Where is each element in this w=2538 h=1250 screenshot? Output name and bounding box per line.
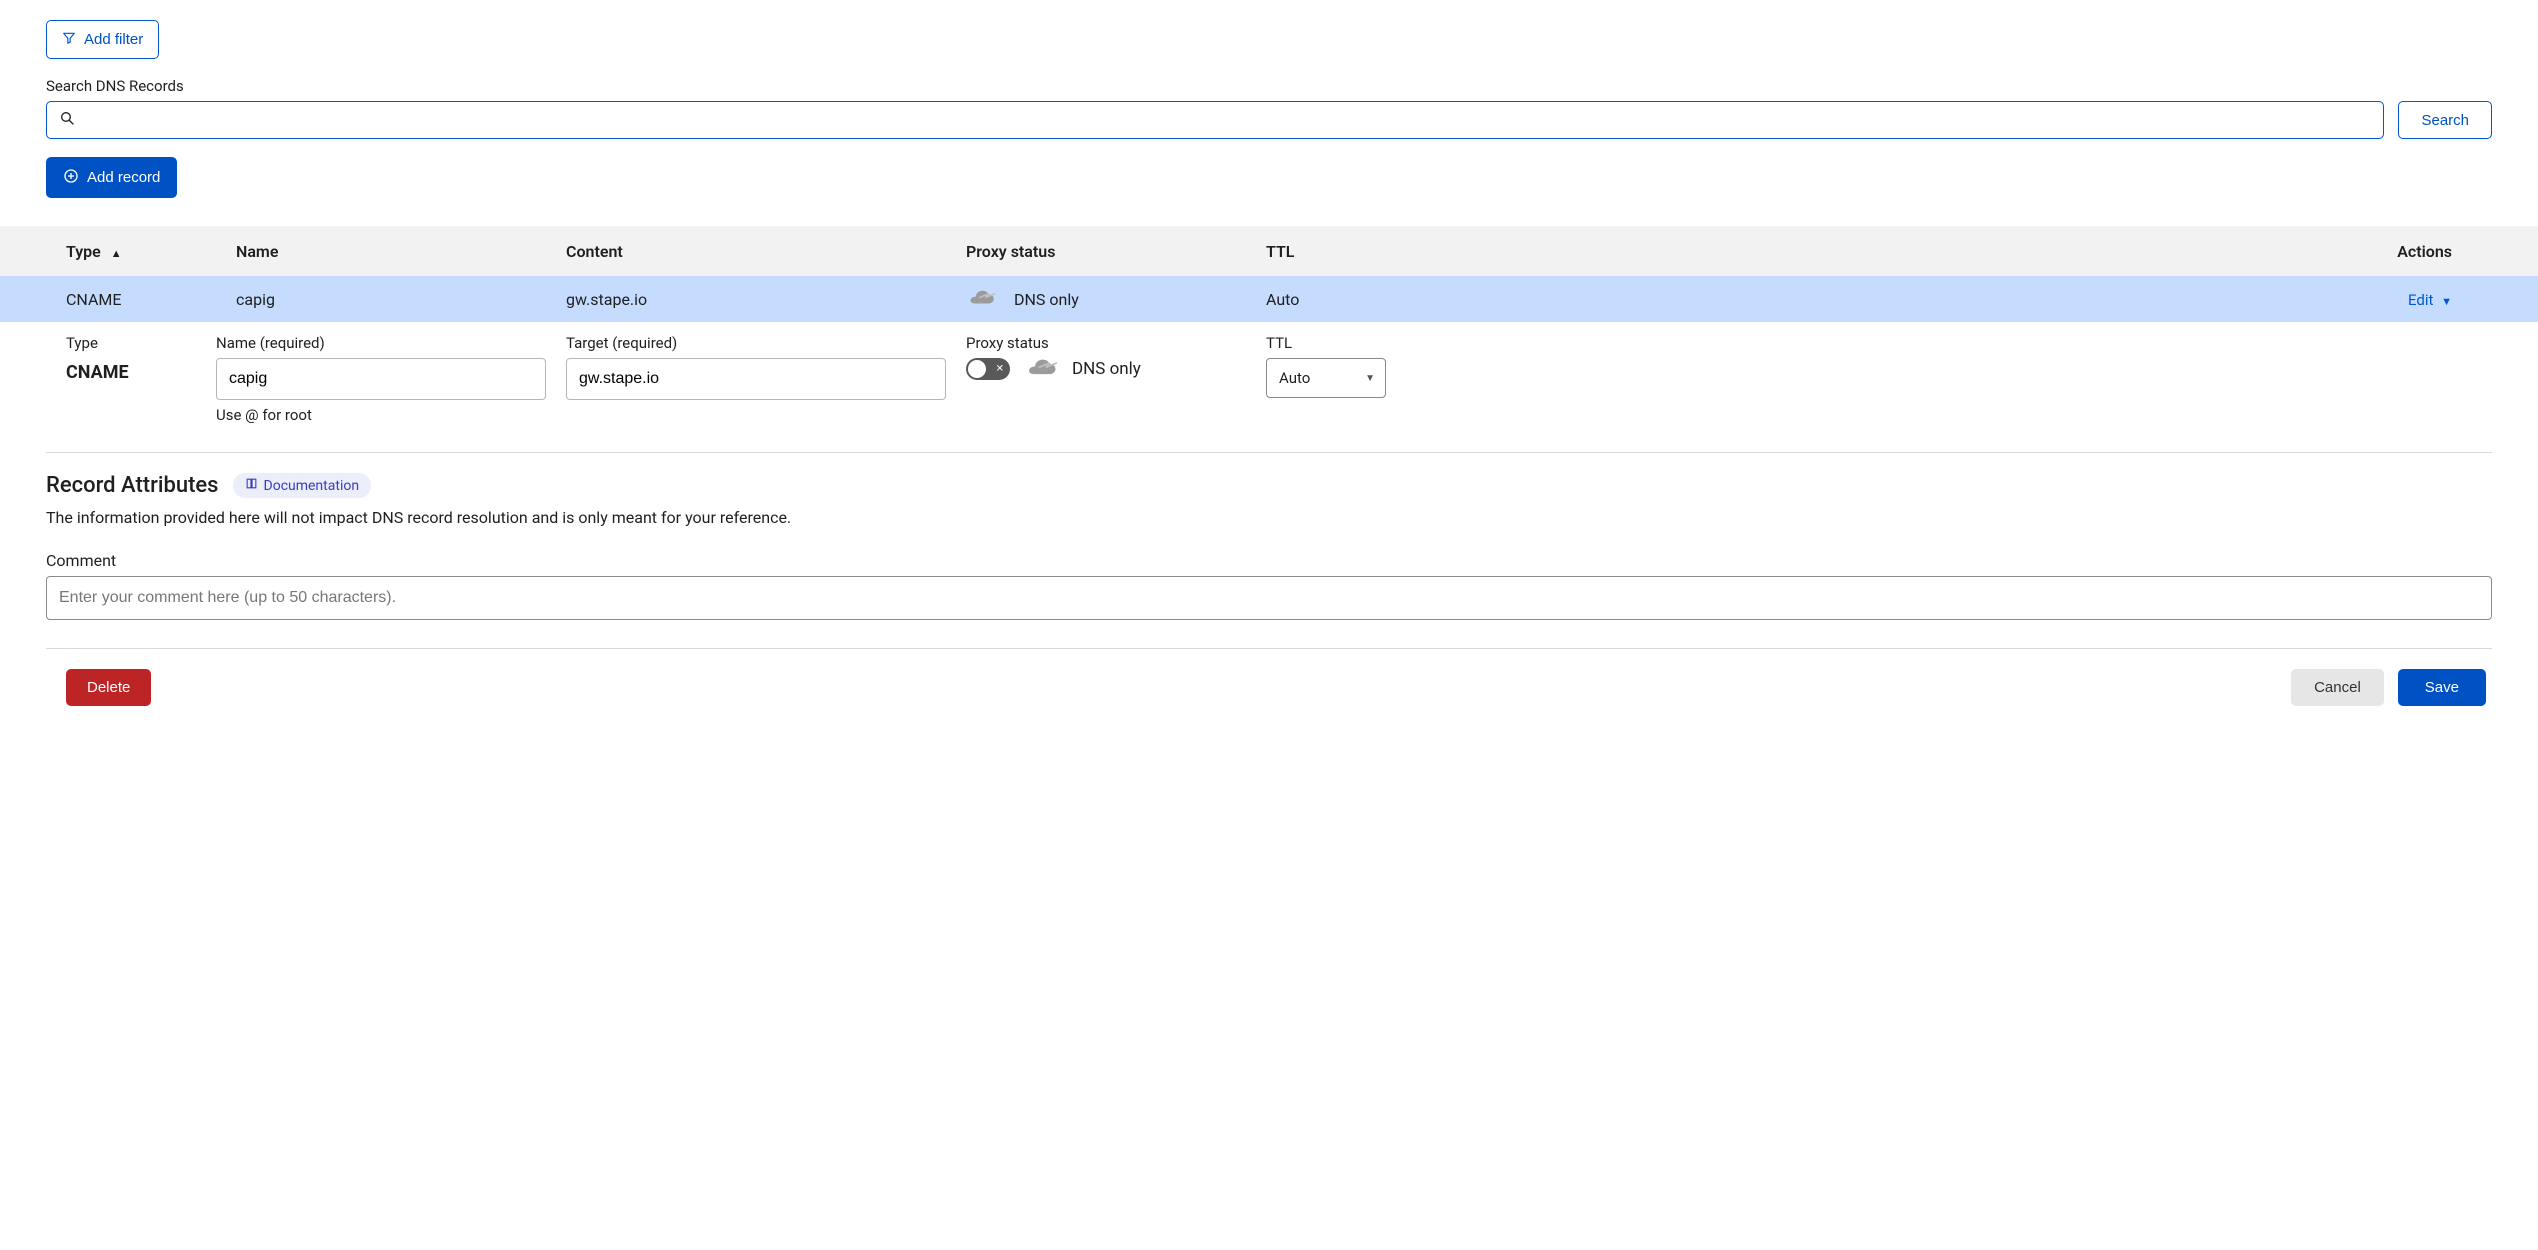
plus-circle-icon: [63, 168, 79, 187]
delete-label: Delete: [87, 680, 130, 695]
documentation-link[interactable]: Documentation: [233, 473, 372, 498]
search-box[interactable]: [46, 101, 2384, 139]
cancel-button[interactable]: Cancel: [2291, 669, 2384, 706]
edit-link[interactable]: Edit ▼: [2408, 291, 2452, 309]
target-label: Target (required): [566, 334, 966, 352]
col-ttl-header[interactable]: TTL: [1266, 242, 1401, 261]
search-button-label: Search: [2421, 113, 2469, 128]
toggle-off-icon: ✕: [996, 364, 1004, 375]
add-record-label: Add record: [87, 170, 160, 185]
col-proxy-header[interactable]: Proxy status: [966, 242, 1266, 261]
search-input[interactable]: [85, 110, 2371, 130]
table-row[interactable]: CNAME capig gw.stape.io DNS only Auto Ed…: [0, 276, 2538, 322]
ttl-label: TTL: [1266, 334, 1416, 352]
proxy-label: Proxy status: [966, 334, 1266, 352]
edit-link-label: Edit: [2408, 291, 2433, 309]
type-label: Type: [66, 334, 216, 352]
chevron-down-icon: ▼: [1365, 373, 1375, 384]
add-record-button[interactable]: Add record: [46, 157, 177, 198]
proxy-toggle[interactable]: ✕: [966, 358, 1010, 380]
cell-content: gw.stape.io: [566, 290, 966, 309]
search-label: Search DNS Records: [46, 77, 2492, 95]
cloud-icon: [1024, 358, 1058, 380]
caret-down-icon: ▼: [2441, 295, 2452, 308]
ttl-value: Auto: [1279, 369, 1310, 387]
cell-proxy: DNS only: [966, 289, 1266, 309]
col-content-header[interactable]: Content: [566, 242, 966, 261]
book-icon: [245, 477, 258, 494]
comment-label: Comment: [46, 551, 2492, 570]
divider: [46, 452, 2492, 453]
sort-asc-icon: ▲: [111, 247, 122, 260]
record-attributes-title: Record Attributes: [46, 473, 219, 498]
cell-ttl: Auto: [1266, 290, 1401, 309]
add-filter-label: Add filter: [84, 32, 143, 47]
type-value: CNAME: [66, 362, 216, 383]
cell-name: capig: [236, 290, 566, 309]
save-button[interactable]: Save: [2398, 669, 2486, 706]
comment-input[interactable]: [46, 576, 2492, 620]
documentation-label: Documentation: [264, 478, 360, 494]
divider: [46, 648, 2492, 649]
table-header-row: Type ▲ Name Content Proxy status TTL Act…: [0, 226, 2538, 276]
delete-button[interactable]: Delete: [66, 669, 151, 706]
name-label: Name (required): [216, 334, 566, 352]
cloud-icon: [966, 289, 996, 309]
name-help: Use @ for root: [216, 406, 566, 424]
toggle-knob: [968, 360, 986, 378]
col-name-header[interactable]: Name: [236, 242, 566, 261]
col-type-header[interactable]: Type ▲: [66, 242, 236, 261]
col-actions-header: Actions: [2397, 242, 2518, 261]
name-input[interactable]: [216, 358, 546, 400]
ttl-select[interactable]: Auto ▼: [1266, 358, 1386, 398]
add-filter-button[interactable]: Add filter: [46, 20, 159, 59]
save-label: Save: [2425, 680, 2459, 695]
cell-proxy-text: DNS only: [1014, 290, 1079, 309]
target-input[interactable]: [566, 358, 946, 400]
search-button[interactable]: Search: [2398, 101, 2492, 139]
record-attributes-description: The information provided here will not i…: [46, 508, 2492, 527]
search-icon: [59, 110, 75, 130]
proxy-value: DNS only: [1072, 359, 1141, 379]
filter-icon: [62, 31, 76, 48]
cell-type: CNAME: [66, 290, 236, 309]
cancel-label: Cancel: [2314, 680, 2361, 695]
